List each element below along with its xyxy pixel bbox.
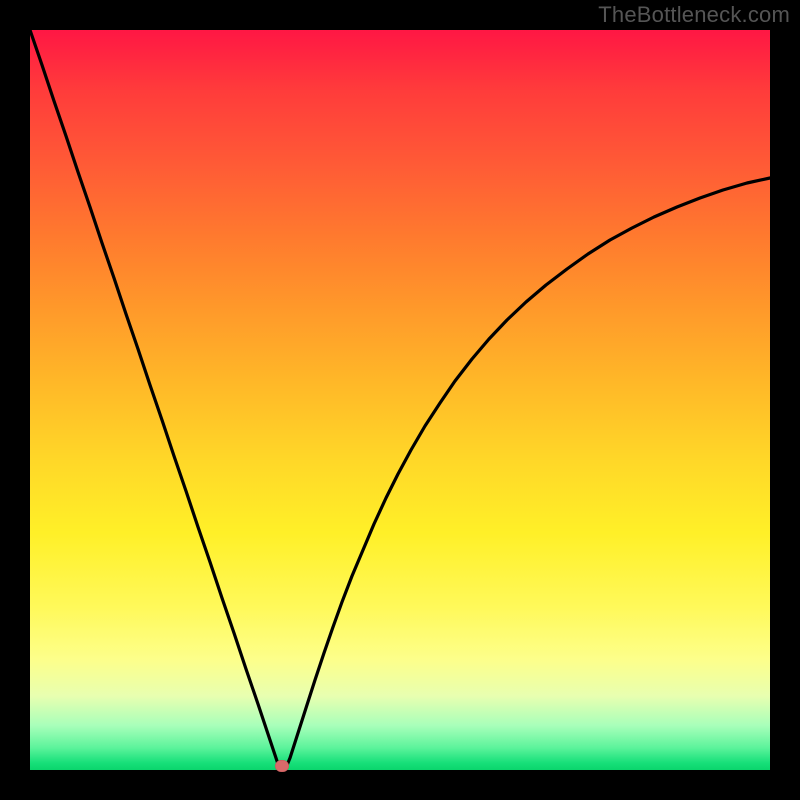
curve-path	[30, 30, 770, 770]
watermark-text: TheBottleneck.com	[598, 2, 790, 28]
chart-frame: TheBottleneck.com	[0, 0, 800, 800]
plot-area	[30, 30, 770, 770]
minimum-marker	[275, 760, 289, 772]
bottleneck-curve	[30, 30, 770, 770]
